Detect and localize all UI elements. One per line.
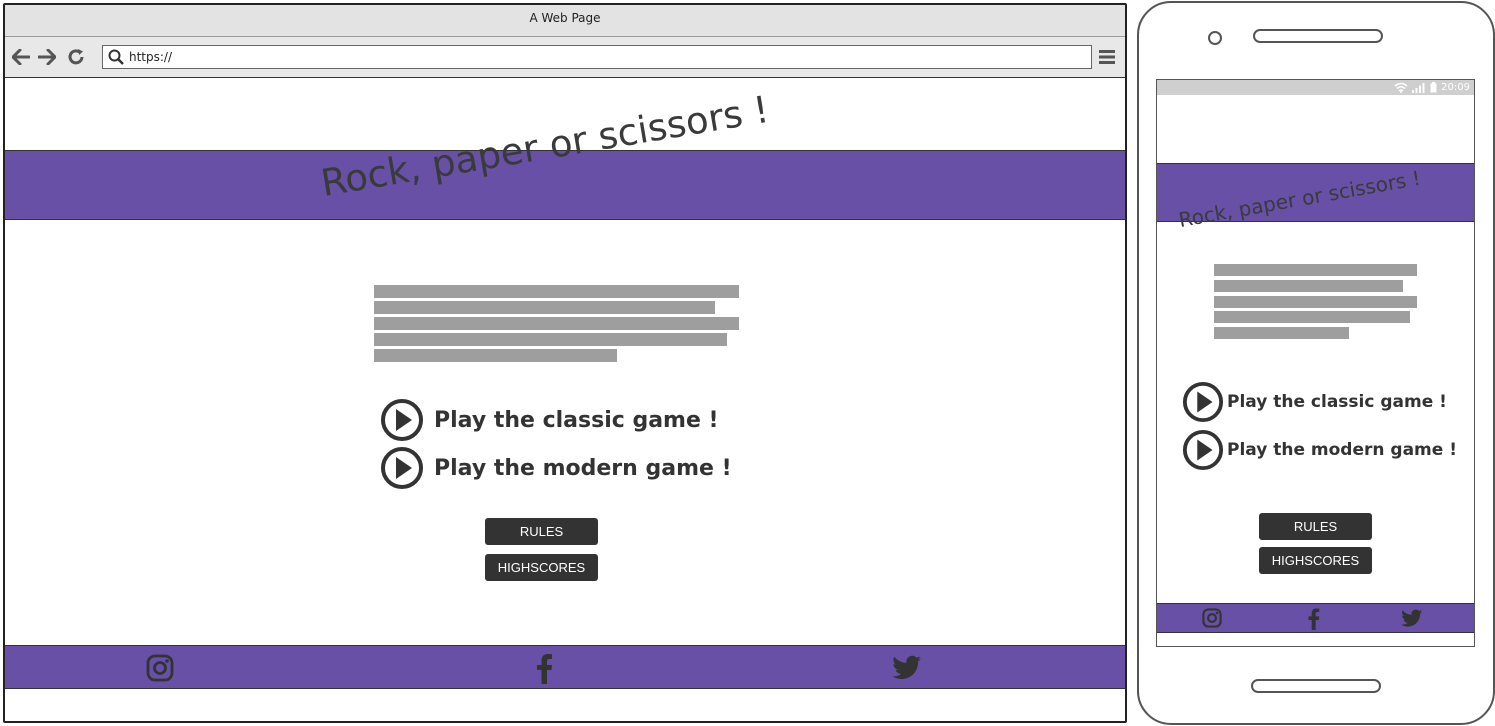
rules-button[interactable]: RULES [485, 518, 598, 545]
url-bar[interactable]: https:// [102, 45, 1092, 69]
status-time: 20:09 [1441, 82, 1470, 93]
play-icon [380, 398, 424, 442]
text-line [374, 285, 739, 298]
play-classic-link[interactable]: Play the classic game ! [380, 398, 719, 442]
battery-icon [1430, 82, 1437, 93]
play-classic-label: Play the classic game ! [434, 407, 719, 433]
play-modern-label: Play the modern game ! [1227, 440, 1457, 460]
browser-toolbar: https:// [5, 37, 1125, 78]
highscores-button[interactable]: HIGHSCORES [1259, 547, 1372, 574]
instagram-icon[interactable] [145, 653, 175, 683]
phone-status-bar: 20:09 [1157, 80, 1474, 95]
phone-camera [1208, 31, 1222, 45]
play-modern-label: Play the modern game ! [434, 455, 732, 481]
highscores-button[interactable]: HIGHSCORES [485, 554, 598, 581]
arrow-left-icon[interactable] [11, 47, 31, 67]
phone-home-button[interactable] [1251, 679, 1381, 693]
text-line [374, 317, 739, 330]
facebook-icon[interactable] [529, 651, 559, 685]
play-modern-link[interactable]: Play the modern game ! [1182, 429, 1457, 471]
twitter-icon[interactable] [891, 653, 923, 683]
play-icon [1182, 381, 1224, 423]
phone-frame: 20:09 Rock, paper or scissors ! Play the… [1137, 1, 1495, 725]
play-modern-link[interactable]: Play the modern game ! [380, 446, 732, 490]
text-line [374, 333, 727, 346]
text-line [1214, 280, 1403, 292]
text-line [374, 349, 617, 362]
wifi-icon [1394, 82, 1408, 93]
signal-icon [1412, 83, 1425, 93]
browser-window: A Web Page https:// Rock, paper or sciss… [3, 3, 1127, 723]
text-line [1214, 327, 1349, 339]
text-line [374, 301, 715, 314]
play-icon [380, 446, 424, 490]
phone-screen: 20:09 Rock, paper or scissors ! Play the… [1156, 79, 1475, 647]
reload-icon[interactable] [66, 47, 86, 67]
play-icon [1182, 429, 1224, 471]
text-line [1214, 296, 1417, 308]
arrow-right-icon[interactable] [37, 47, 57, 67]
footer-bar [1157, 603, 1474, 633]
window-title: A Web Page [5, 5, 1125, 37]
twitter-icon[interactable] [1400, 607, 1424, 629]
phone-speaker [1253, 29, 1383, 43]
footer-bar [5, 645, 1125, 689]
text-line [1214, 264, 1417, 276]
text-line [1214, 311, 1410, 323]
rules-button[interactable]: RULES [1259, 513, 1372, 540]
search-icon [108, 49, 124, 65]
instagram-icon[interactable] [1201, 607, 1223, 629]
hamburger-menu-icon[interactable] [1099, 49, 1115, 65]
url-text: https:// [129, 50, 173, 64]
facebook-icon[interactable] [1303, 606, 1323, 630]
play-classic-link[interactable]: Play the classic game ! [1182, 381, 1447, 423]
play-classic-label: Play the classic game ! [1227, 392, 1447, 412]
